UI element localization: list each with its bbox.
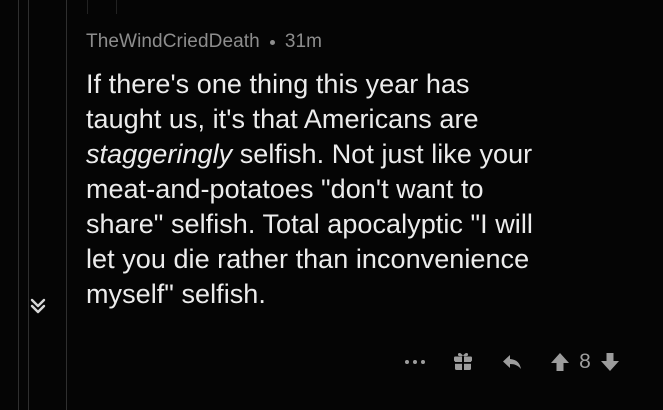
vote-score: 8 — [579, 350, 591, 373]
comment: TheWindCriedDeath 31m If there's one thi… — [86, 30, 646, 312]
comment-line: taught us, it's that Americans are — [86, 104, 479, 134]
reply-icon — [500, 350, 524, 374]
vote-group: 8 — [549, 350, 621, 374]
upvote-button[interactable] — [549, 351, 571, 373]
more-button[interactable] — [404, 351, 426, 373]
thread-line[interactable] — [28, 0, 29, 410]
collapse-toggle[interactable] — [26, 294, 50, 318]
downvote-button[interactable] — [599, 351, 621, 373]
award-button[interactable] — [451, 350, 475, 374]
comment-body: If there's one thing this year has taugh… — [86, 67, 646, 312]
comment-line: staggeringly selfish. Not just like your — [86, 137, 646, 172]
thread-line[interactable] — [66, 0, 67, 410]
comment-author[interactable]: TheWindCriedDeath — [86, 30, 260, 54]
reply-button[interactable] — [500, 350, 524, 374]
thread-line[interactable] — [18, 0, 19, 410]
chevrons-down-icon — [29, 296, 47, 316]
emphasized-text: staggeringly — [86, 139, 233, 169]
comment-meta: TheWindCriedDeath 31m — [86, 30, 646, 54]
comment-line: If there's one thing this year has — [86, 69, 470, 99]
meta-separator — [269, 39, 275, 45]
comment-actions: 8 — [404, 350, 621, 374]
comment-line: meat-and-potatoes "don't want to — [86, 174, 484, 204]
more-icon — [404, 351, 426, 373]
comment-line-rest: selfish. Not just like your — [232, 139, 533, 169]
parent-thread-connector — [87, 0, 117, 14]
downvote-icon — [599, 351, 621, 373]
comment-time: 31m — [284, 31, 323, 52]
comment-line: let you die rather than inconvenience — [86, 244, 530, 274]
upvote-icon — [549, 351, 571, 373]
comment-line: myself" selfish. — [86, 279, 266, 309]
comment-line: share" selfish. Total apocalyptic "I wil… — [86, 209, 533, 239]
gift-icon — [451, 350, 475, 374]
